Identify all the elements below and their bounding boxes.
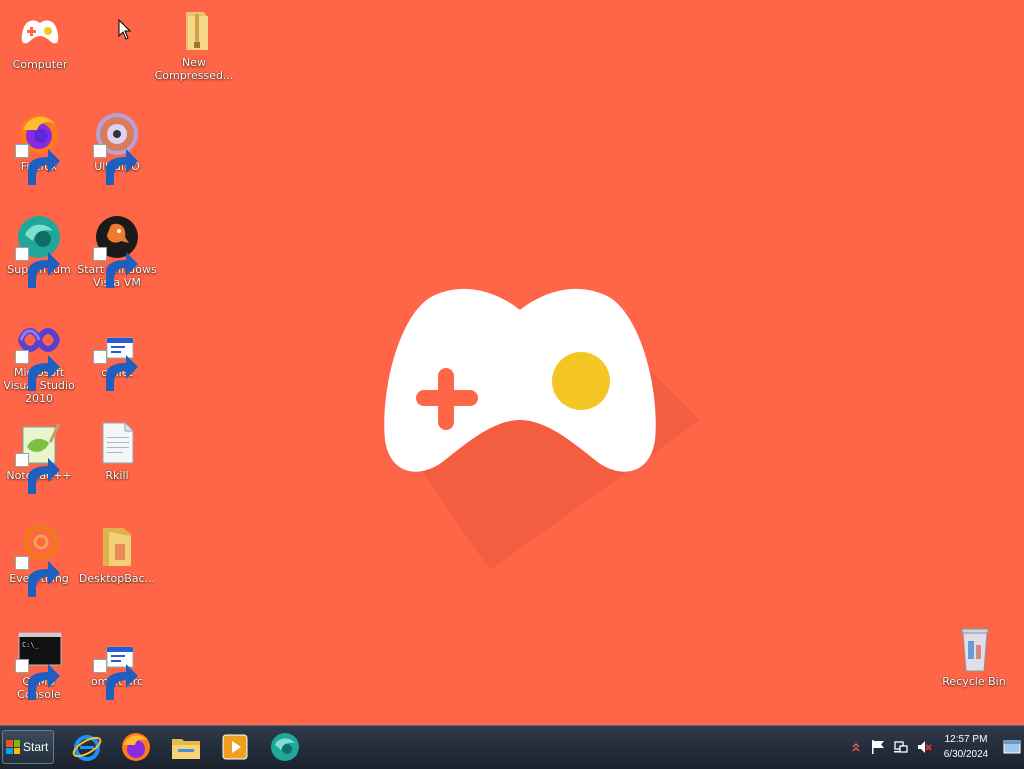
firefox-icon: [122, 733, 150, 761]
icon-label: Recycle Bin: [942, 675, 1006, 688]
wallpaper-controller-logo: [384, 288, 700, 570]
desktop-icon-rkill[interactable]: Rkill: [77, 419, 157, 482]
shortcut-arrow-icon: [15, 556, 60, 597]
desktop-icon-everything[interactable]: Everything: [0, 522, 79, 597]
desktop-icon-recycle-bin[interactable]: Recycle Bin: [934, 625, 1014, 688]
desktop-icon-supermium[interactable]: Supermium: [0, 213, 79, 288]
taskbar-internet-explorer[interactable]: [70, 730, 104, 764]
shortcut-arrow-icon: [93, 350, 138, 391]
icon-label: Computer: [12, 58, 68, 71]
recycle-bin-icon: [950, 625, 998, 673]
network-icon: [894, 741, 908, 753]
windows-logo-icon: [6, 740, 20, 754]
app-window-icon: [93, 625, 141, 700]
show-hidden-icons-button[interactable]: [848, 739, 864, 755]
file-explorer-icon: [172, 739, 200, 759]
desktop-icon-qemu-console[interactable]: C:\_ QEMU Console: [0, 625, 79, 701]
shortcut-arrow-icon: [15, 247, 60, 288]
shortcut-arrow-icon: [93, 144, 138, 185]
disc-icon: [93, 110, 141, 185]
desktop: Computer New Compressed... Firefox: [0, 0, 1024, 725]
clock-time: 12:57 PM: [944, 734, 988, 745]
app-window-icon: [93, 316, 141, 391]
taskbar-firefox[interactable]: [119, 730, 153, 764]
desktop-icon-notepad-plus-plus[interactable]: Notepad++: [0, 419, 79, 494]
console-icon: C:\_: [15, 625, 63, 700]
firefox-icon: [15, 110, 63, 185]
desktop-icon-new-compressed[interactable]: New Compressed...: [154, 6, 234, 82]
qemu-icon: [93, 213, 141, 288]
visual-studio-icon: [15, 316, 63, 391]
taskbar: Start 12:57 PM 6/30/2024: [0, 725, 1024, 769]
taskbar-media-player[interactable]: [218, 730, 252, 764]
clock[interactable]: 12:57 PM 6/30/2024: [936, 732, 996, 762]
desktop-icon-omlet-arc[interactable]: omlet arc: [77, 625, 157, 700]
desktop-icon-firefox[interactable]: Firefox: [0, 110, 79, 185]
clock-date: 6/30/2024: [943, 749, 989, 760]
show-hidden-icons-icon: [852, 742, 860, 752]
desktop-icon-omlet[interactable]: omlet: [77, 316, 157, 391]
shortcut-arrow-icon: [15, 350, 60, 391]
volume-button[interactable]: [916, 739, 932, 755]
taskbar-file-explorer[interactable]: [169, 730, 203, 764]
start-label: Start: [23, 740, 49, 754]
supermium-icon: [15, 213, 63, 288]
action-center-flag-icon: [872, 740, 884, 754]
folder-icon: [93, 522, 141, 570]
start-button[interactable]: Start: [2, 730, 54, 764]
icon-label: New Compressed...: [154, 56, 234, 82]
desktop-icon-start-windows-vista-vm[interactable]: Start Windows Vista VM: [77, 213, 157, 289]
media-player-icon: [222, 734, 248, 760]
mouse-cursor-icon: [118, 19, 132, 40]
network-button[interactable]: [893, 739, 909, 755]
desktop-icon-ultraiso[interactable]: UltraISO: [77, 110, 157, 185]
controller-icon: [16, 8, 64, 56]
desktop-icon-desktopbac[interactable]: DesktopBac...: [77, 522, 157, 585]
action-center-button[interactable]: [870, 739, 886, 755]
shortcut-arrow-icon: [15, 144, 60, 185]
desktop-icon-visual-studio-2010[interactable]: Microsoft Visual Studio 2010: [0, 316, 79, 405]
everything-icon: [15, 522, 63, 597]
system-tray: 12:57 PM 6/30/2024: [844, 726, 1024, 769]
shortcut-arrow-icon: [93, 247, 138, 288]
text-file-icon: [93, 419, 141, 467]
shortcut-arrow-icon: [15, 659, 60, 700]
taskbar-supermium[interactable]: [268, 730, 302, 764]
internet-explorer-icon: [72, 735, 102, 761]
supermium-icon: [271, 733, 299, 761]
icon-label: DesktopBac...: [78, 572, 156, 585]
shortcut-arrow-icon: [15, 453, 60, 494]
shortcut-arrow-icon: [93, 659, 138, 700]
notepad-plus-plus-icon: [15, 419, 63, 494]
zip-folder-icon: [170, 6, 218, 54]
show-desktop-button[interactable]: [1003, 740, 1021, 754]
svg-text:C:\_: C:\_: [22, 641, 40, 649]
volume-muted-icon: [918, 741, 932, 753]
desktop-icon-computer[interactable]: Computer: [0, 8, 80, 71]
icon-label: Rkill: [105, 469, 129, 482]
